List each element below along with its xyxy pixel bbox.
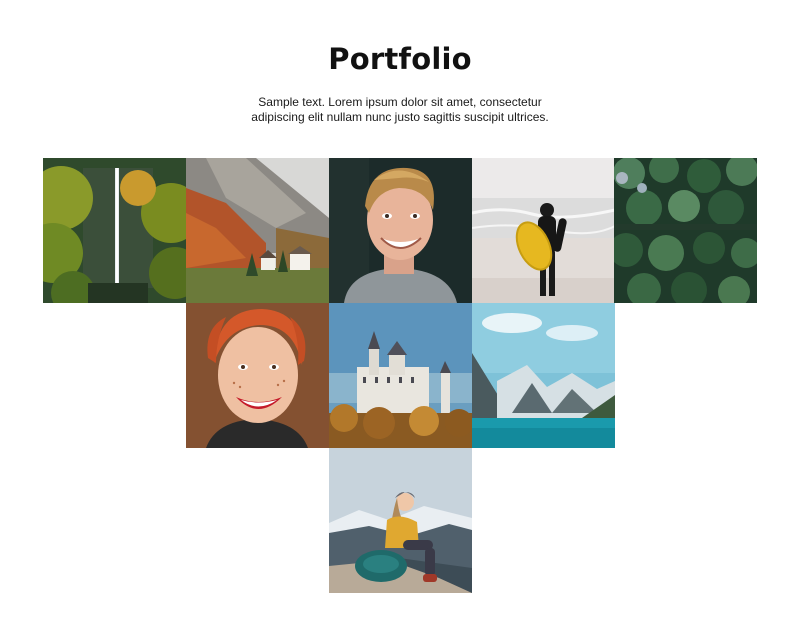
surfer-beach-image bbox=[472, 158, 615, 303]
portfolio-image-red-haired-woman[interactable] bbox=[186, 303, 329, 448]
portfolio-image-surfer-beach[interactable] bbox=[472, 158, 615, 303]
portfolio-image-hiker-mountains[interactable] bbox=[329, 448, 472, 593]
portfolio-image-mountain-lake[interactable] bbox=[472, 303, 615, 448]
portfolio-image-waterfall-forest[interactable] bbox=[43, 158, 186, 303]
section-subtitle: Sample text. Lorem ipsum dolor sit amet,… bbox=[251, 95, 549, 124]
portfolio-image-pine-forest-aerial[interactable] bbox=[614, 158, 757, 303]
portfolio-image-smiling-man[interactable] bbox=[329, 158, 472, 303]
portfolio-image-mountain-village[interactable] bbox=[186, 158, 329, 303]
section-title: Portfolio bbox=[328, 42, 472, 76]
waterfall-forest-image bbox=[43, 158, 186, 303]
smiling-man-image bbox=[329, 158, 472, 303]
pine-forest-aerial-image bbox=[614, 158, 757, 303]
hiker-mountains-image bbox=[329, 448, 472, 593]
red-haired-woman-image bbox=[186, 303, 329, 448]
castle-image bbox=[329, 303, 472, 448]
portfolio-image-castle[interactable] bbox=[329, 303, 472, 448]
mountain-village-image bbox=[186, 158, 329, 303]
mountain-lake-image bbox=[472, 303, 615, 448]
